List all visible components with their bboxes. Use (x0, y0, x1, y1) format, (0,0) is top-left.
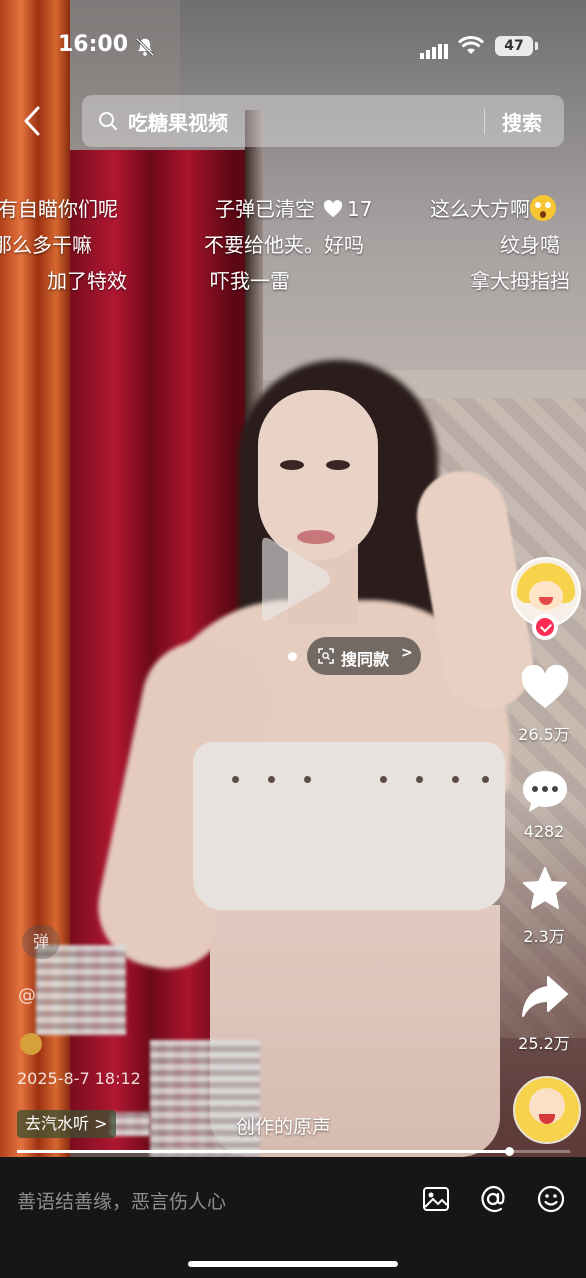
danmaku-comment: 有自瞄你们呢 (0, 197, 118, 221)
redacted-username (36, 945, 126, 1035)
progress-fill (17, 1150, 510, 1153)
share-arrow-icon[interactable] (520, 974, 570, 1020)
favorite-count: 2.3万 (523, 927, 565, 946)
redacted-text (150, 1040, 260, 1157)
emoji-icon (20, 1033, 42, 1055)
play-icon[interactable] (254, 533, 334, 625)
danmaku-like-count: 17 (347, 197, 373, 221)
mention-at-icon[interactable] (477, 1183, 509, 1215)
danmaku-text: 子弹已清空 (215, 197, 315, 221)
chevron-right-icon: > (401, 645, 413, 661)
garment-stud (416, 776, 423, 783)
home-indicator[interactable] (188, 1261, 398, 1267)
author-at[interactable]: @ (18, 985, 36, 1006)
garment-stud (304, 776, 311, 783)
search-icon (99, 112, 117, 130)
bell-muted-icon (135, 37, 155, 57)
favorite-star-icon[interactable] (520, 866, 570, 912)
danmaku-comment: 子弹已清空 17 (215, 193, 372, 222)
battery-indicator: 47 (495, 36, 538, 56)
back-arrow-icon[interactable] (18, 104, 48, 138)
heart-icon (323, 200, 343, 218)
danmaku-comment: 纹身噶 (500, 233, 560, 257)
like-count: 26.5万 (518, 725, 570, 744)
music-disc[interactable] (513, 1076, 581, 1144)
wifi-icon (458, 36, 484, 54)
person-top (193, 742, 505, 910)
garment-stud (232, 776, 239, 783)
garment-stud (482, 776, 489, 783)
danmaku-comment: 拿大拇指挡 (470, 269, 570, 293)
product-tag-dot (288, 652, 297, 661)
chevron-right-icon: > (94, 1114, 108, 1133)
search-same-item-tag[interactable]: 搜同款 > (307, 637, 421, 675)
image-icon[interactable] (420, 1183, 452, 1215)
comment-bubble-icon[interactable] (520, 768, 570, 814)
search-query[interactable]: 吃糖果视频 (128, 107, 228, 136)
danmaku-toggle-button[interactable]: 弹 (22, 925, 60, 959)
danmaku-comment: 那么多干嘛 (0, 233, 92, 257)
qishui-listen-button[interactable]: 去汽水听 > (17, 1110, 116, 1138)
status-time: 16:00 (58, 32, 129, 57)
search-divider (484, 108, 485, 134)
emoji-picker-icon[interactable] (535, 1183, 567, 1215)
search-bar[interactable]: 吃糖果视频 搜索 (82, 95, 564, 147)
post-date: 2025-8-7 18:12 (17, 1069, 141, 1088)
redacted-text (110, 1112, 150, 1136)
qishui-label: 去汽水听 (25, 1114, 90, 1133)
checkmark-icon (539, 620, 553, 633)
garment-stud (380, 776, 387, 783)
cellular-signal-icon (420, 40, 450, 59)
danmaku-comment: 这么大方啊 (430, 193, 556, 222)
danmaku-text: 这么大方啊 (430, 197, 530, 221)
danmaku-comment: 不要给他夹。好吗 (204, 233, 364, 257)
danmaku-comment: 吓我一雷 (210, 269, 290, 293)
person-eye-left (280, 460, 304, 470)
status-bar: 16:00 47 (0, 28, 586, 66)
comment-input[interactable]: 善语结善缘，恶言伤人心 (17, 1187, 226, 1214)
garment-stud (452, 776, 459, 783)
like-heart-icon[interactable] (520, 665, 570, 711)
sound-title[interactable]: 创作的原声 (236, 1112, 331, 1139)
comment-bar: 善语结善缘，恶言伤人心 (0, 1157, 586, 1278)
share-count: 25.2万 (518, 1034, 570, 1053)
danmaku-comment: 加了特效 (47, 269, 127, 293)
video-progress-bar[interactable] (17, 1147, 570, 1156)
garment-stud (268, 776, 275, 783)
product-tag-label: 搜同款 (341, 650, 390, 669)
scan-icon (318, 648, 334, 664)
person-eye-right (326, 460, 350, 470)
comment-count: 4282 (523, 822, 565, 841)
follow-button[interactable] (532, 614, 558, 640)
astonished-emoji-icon (530, 195, 556, 221)
search-button[interactable]: 搜索 (502, 107, 542, 136)
